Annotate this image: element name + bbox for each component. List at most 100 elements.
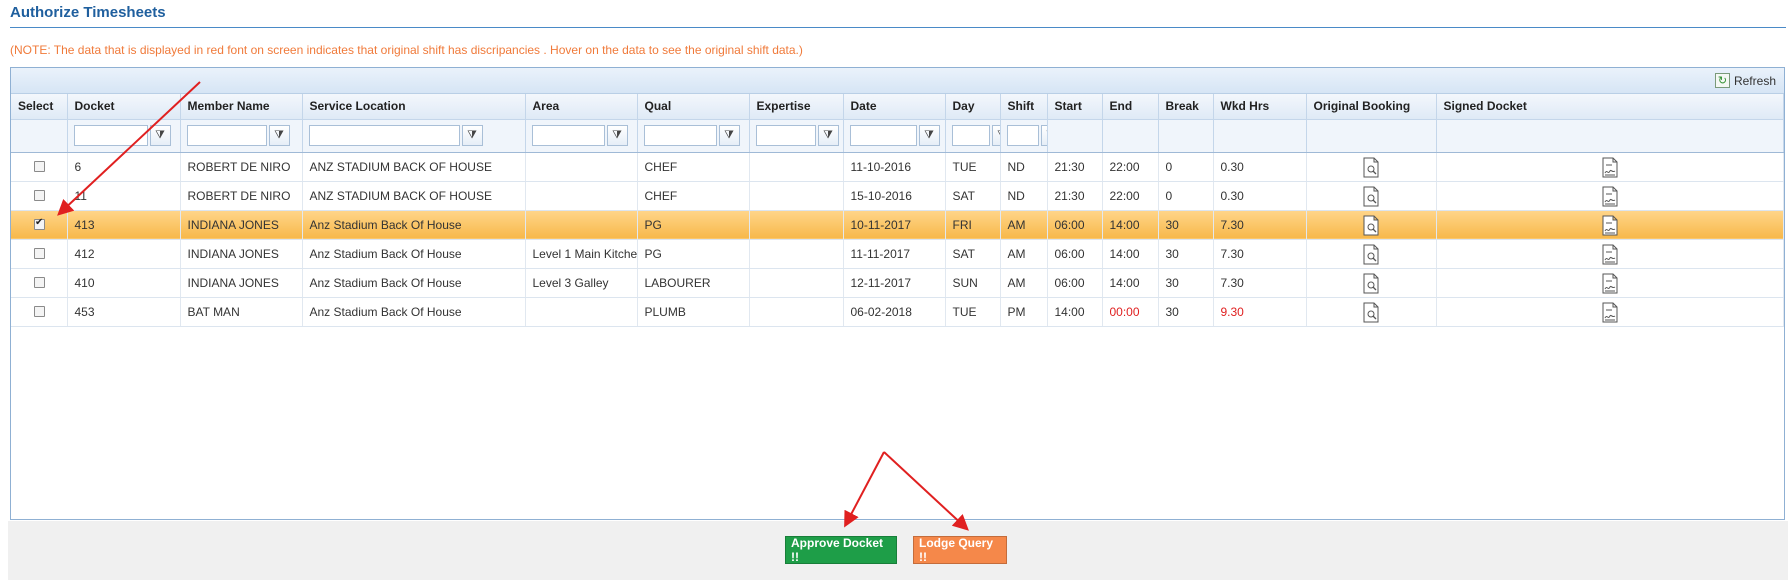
start-cell: 06:00 <box>1047 210 1103 240</box>
signed-document-icon[interactable] <box>1602 302 1618 323</box>
action-bar: Approve Docket !! Lodge Query !! <box>8 521 1788 580</box>
day-filter-input[interactable] <box>951 125 990 146</box>
filter-icon[interactable]: ⧩ <box>268 125 290 146</box>
day-cell: SUN <box>945 268 1001 298</box>
column-header[interactable]: Original Booking <box>1306 94 1437 120</box>
filter-icon[interactable]: ⧩ <box>606 125 628 146</box>
qual-cell: CHEF <box>637 181 750 211</box>
table-row[interactable]: 453 BAT MAN Anz Stadium Back Of House PLUMB… <box>11 297 1784 327</box>
signed-document-icon[interactable] <box>1602 186 1618 207</box>
filter-icon[interactable]: ⧩ <box>718 125 740 146</box>
column-header[interactable]: Area <box>525 94 638 120</box>
break-cell: 0 <box>1158 181 1214 211</box>
row-checkbox[interactable] <box>34 160 45 172</box>
filter-icon[interactable]: ⧩ <box>1040 125 1046 146</box>
table-row[interactable]: 6 ROBERT DE NIRO ANZ STADIUM BACK OF HOUSE… <box>11 152 1784 182</box>
signed-document-icon[interactable] <box>1602 215 1618 236</box>
docket-cell: 11 <box>67 181 181 211</box>
row-checkbox[interactable] <box>34 217 45 230</box>
filter-cell-wkd <box>1213 119 1307 153</box>
filter-cell-end <box>1102 119 1159 153</box>
member-cell: ROBERT DE NIRO <box>180 152 303 182</box>
refresh-button[interactable]: ↻ Refresh <box>1714 73 1776 88</box>
document-search-icon[interactable] <box>1363 273 1379 294</box>
area-cell: Level 1 Main Kitchen <box>525 239 638 269</box>
wkd-cell: 7.30 <box>1213 239 1307 269</box>
location-cell: Anz Stadium Back Of House <box>302 239 526 269</box>
qual-filter-input[interactable] <box>643 125 717 146</box>
filter-icon[interactable]: ⧩ <box>817 125 839 146</box>
row-checkbox[interactable] <box>34 276 45 288</box>
column-header[interactable]: Break <box>1158 94 1214 120</box>
document-search-icon[interactable] <box>1363 244 1379 265</box>
title-divider <box>10 27 1786 28</box>
table-row[interactable]: 11 ROBERT DE NIRO ANZ STADIUM BACK OF HOUS… <box>11 181 1784 211</box>
qual-cell: PLUMB <box>637 297 750 327</box>
location-filter-input[interactable] <box>308 125 460 146</box>
expertise-cell <box>749 297 844 327</box>
shift-filter-input[interactable] <box>1006 125 1039 146</box>
signed-document-icon[interactable] <box>1602 157 1618 178</box>
expertise-filter-input[interactable] <box>755 125 816 146</box>
column-header[interactable]: Day <box>945 94 1001 120</box>
column-header[interactable]: Service Location <box>302 94 526 120</box>
signed-document-icon[interactable] <box>1602 244 1618 265</box>
row-checkbox[interactable] <box>34 247 45 259</box>
filter-cell-qual: ⧩ <box>637 119 750 153</box>
column-header[interactable]: Select <box>11 94 68 120</box>
row-checkbox[interactable] <box>34 305 45 317</box>
document-search-icon[interactable] <box>1363 186 1379 207</box>
expertise-cell <box>749 268 844 298</box>
wkd-cell: 7.30 <box>1213 268 1307 298</box>
original-booking-cell <box>1306 239 1437 269</box>
day-cell: TUE <box>945 152 1001 182</box>
table-row[interactable]: 410 INDIANA JONES Anz Stadium Back Of Hous… <box>11 268 1784 298</box>
document-search-icon[interactable] <box>1363 215 1379 236</box>
timesheet-grid: ↻ Refresh Select Docket Member Name Service… <box>10 67 1785 520</box>
docket-cell: 412 <box>67 239 181 269</box>
location-cell: ANZ STADIUM BACK OF HOUSE <box>302 181 526 211</box>
wkd-cell: 0.30 <box>1213 152 1307 182</box>
filter-icon[interactable]: ⧩ <box>461 125 483 146</box>
signed-document-icon[interactable] <box>1602 273 1618 294</box>
table-row[interactable]: 413INDIANA JONESAnz Stadium Back Of Hous… <box>11 210 1784 240</box>
docket-filter-input[interactable] <box>73 125 148 146</box>
column-header[interactable]: End <box>1102 94 1159 120</box>
timesheet-table: Select Docket Member Name Service Location A… <box>11 94 1784 327</box>
day-cell: SAT <box>945 181 1001 211</box>
column-header[interactable]: Member Name <box>180 94 303 120</box>
document-search-icon[interactable] <box>1363 302 1379 323</box>
column-header[interactable]: Shift <box>1000 94 1048 120</box>
end-cell: 14:00 <box>1102 210 1159 240</box>
filter-icon[interactable]: ⧩ <box>149 125 171 146</box>
end-cell: 22:00 <box>1102 181 1159 211</box>
approve-docket-button[interactable]: Approve Docket !! <box>785 536 897 564</box>
column-header[interactable]: Date <box>843 94 946 120</box>
docket-cell: 410 <box>67 268 181 298</box>
filter-cell-docket: ⧩ <box>67 119 181 153</box>
column-header[interactable]: Signed Docket <box>1436 94 1784 120</box>
lodge-query-button[interactable]: Lodge Query !! <box>913 536 1007 564</box>
shift-cell: AM <box>1000 268 1048 298</box>
date-filter-input[interactable] <box>849 125 917 146</box>
column-header[interactable]: Start <box>1047 94 1103 120</box>
column-header[interactable]: Qual <box>637 94 750 120</box>
column-header[interactable]: Expertise <box>749 94 844 120</box>
filter-cell-location: ⧩ <box>302 119 526 153</box>
filter-icon[interactable]: ⧩ <box>991 125 999 146</box>
start-cell: 06:00 <box>1047 239 1103 269</box>
page-title: Authorize Timesheets <box>10 4 166 21</box>
select-cell <box>11 152 68 182</box>
table-row[interactable]: 412 INDIANA JONES Anz Stadium Back Of Hous… <box>11 239 1784 269</box>
column-header[interactable]: Docket <box>67 94 181 120</box>
filter-icon[interactable]: ⧩ <box>918 125 940 146</box>
qual-cell: PG <box>637 210 750 240</box>
document-search-icon[interactable] <box>1363 157 1379 178</box>
member-filter-input[interactable] <box>186 125 267 146</box>
signed-docket-cell <box>1436 268 1784 298</box>
filter-cell-member: ⧩ <box>180 119 303 153</box>
filter-cell-day: ⧩ <box>945 119 1001 153</box>
column-header[interactable]: Wkd Hrs <box>1213 94 1307 120</box>
row-checkbox[interactable] <box>34 189 45 201</box>
area-filter-input[interactable] <box>531 125 605 146</box>
